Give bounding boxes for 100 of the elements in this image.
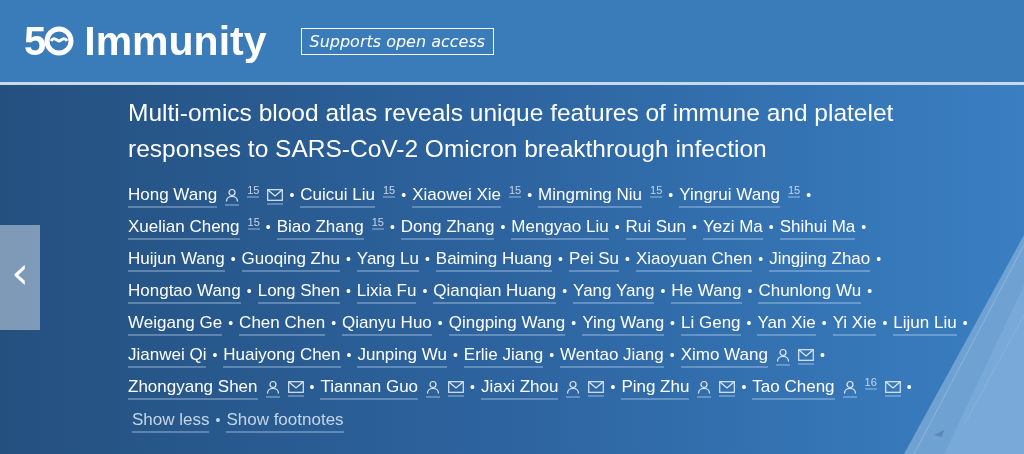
author-link[interactable]: Zhongyang Shen bbox=[128, 377, 258, 400]
author-link[interactable]: Huaiyong Chen bbox=[223, 345, 341, 368]
footnote-mark[interactable]: 15 bbox=[371, 216, 384, 230]
author-link[interactable]: Junping Wu bbox=[357, 345, 447, 368]
footnote-mark[interactable]: 15 bbox=[508, 184, 522, 198]
author-link[interactable]: Qianyu Huo bbox=[342, 313, 432, 336]
separator-dot: • bbox=[470, 379, 475, 395]
separator-dot: • bbox=[571, 315, 577, 331]
author-link[interactable]: Qianqian Huang bbox=[433, 281, 557, 304]
separator-dot: • bbox=[558, 251, 563, 267]
author-link[interactable]: Huijun Wang bbox=[128, 249, 225, 272]
author-link[interactable]: Chen Chen bbox=[239, 313, 326, 336]
author-link[interactable]: Cuicui Liu bbox=[300, 185, 375, 208]
author-link[interactable]: Yi Xie bbox=[832, 313, 877, 336]
footnote-mark[interactable]: 15 bbox=[788, 184, 801, 198]
separator-dot: • bbox=[882, 315, 888, 331]
author-link[interactable]: He Wang bbox=[671, 281, 742, 304]
person-icon[interactable] bbox=[842, 379, 857, 394]
separator-dot: • bbox=[549, 347, 555, 363]
author-link[interactable]: Wentao Jiang bbox=[560, 345, 664, 368]
footnote-mark[interactable]: 16 bbox=[864, 376, 877, 390]
separator-dot: • bbox=[614, 219, 620, 235]
separator-dot: • bbox=[741, 379, 747, 395]
separator-dot: • bbox=[768, 219, 774, 235]
separator-dot: • bbox=[289, 187, 295, 203]
mail-icon[interactable] bbox=[884, 380, 901, 393]
show-less-link[interactable]: Show less bbox=[132, 410, 210, 433]
separator-dot: • bbox=[562, 283, 568, 299]
author-link[interactable]: Jiaxi Zhou bbox=[481, 377, 559, 400]
separator-dot: • bbox=[500, 219, 506, 235]
separator-dot: • bbox=[668, 187, 674, 203]
person-icon[interactable] bbox=[775, 347, 790, 362]
person-icon[interactable] bbox=[426, 379, 441, 394]
author-link[interactable]: Baiming Huang bbox=[435, 249, 553, 272]
author-link[interactable]: Xiaowei Xie bbox=[412, 185, 501, 208]
author-link[interactable]: Ying Wang bbox=[582, 313, 665, 336]
mail-icon[interactable] bbox=[448, 380, 465, 393]
separator-dot: • bbox=[230, 251, 236, 267]
separator-dot: • bbox=[309, 379, 315, 395]
author-link[interactable]: Long Shen bbox=[257, 281, 340, 304]
show-footnotes-link[interactable]: Show footnotes bbox=[226, 410, 344, 433]
author-link[interactable]: Pei Su bbox=[568, 249, 620, 272]
mail-icon[interactable] bbox=[588, 380, 605, 393]
article-title: Multi-omics blood atlas reveals unique features of immune and platelet responses to SARS-CoV-2 Omicron breakthrough infection bbox=[128, 98, 895, 164]
mail-icon[interactable] bbox=[719, 380, 736, 393]
person-icon[interactable] bbox=[265, 379, 280, 394]
author-link[interactable]: Chunlong Wu bbox=[758, 281, 862, 304]
separator-dot: • bbox=[228, 315, 234, 331]
mail-icon[interactable] bbox=[797, 348, 814, 361]
separator-dot: • bbox=[746, 315, 752, 331]
author-link[interactable]: Qingping Wang bbox=[448, 313, 566, 336]
author-link[interactable]: Jingjing Zhao bbox=[769, 249, 871, 272]
footnote-mark[interactable]: 15 bbox=[247, 216, 260, 230]
author-link[interactable]: Li Geng bbox=[681, 313, 741, 336]
person-icon[interactable] bbox=[225, 187, 240, 202]
author-link[interactable]: Lijun Liu bbox=[893, 313, 957, 336]
footnote-mark[interactable]: 15 bbox=[247, 184, 260, 198]
separator-dot: • bbox=[345, 283, 351, 299]
author-link[interactable]: Jianwei Qi bbox=[128, 345, 207, 368]
author-link[interactable]: Yan Xie bbox=[757, 313, 816, 336]
separator-dot: • bbox=[215, 412, 221, 428]
open-access-badge: Supports open access bbox=[300, 27, 495, 55]
footnote-mark[interactable]: 15 bbox=[650, 184, 663, 198]
author-link[interactable]: Shihui Ma bbox=[779, 217, 856, 240]
separator-dot: • bbox=[265, 219, 271, 235]
author-link[interactable]: Weigang Ge bbox=[128, 313, 223, 336]
previous-button[interactable]: ‹ bbox=[0, 225, 40, 330]
author-link[interactable]: Yang Lu bbox=[356, 249, 419, 272]
author-link[interactable]: Dong Zhang bbox=[400, 217, 495, 240]
separator-dot: • bbox=[876, 251, 882, 267]
separator-dot: • bbox=[821, 315, 827, 331]
mail-icon[interactable] bbox=[267, 188, 284, 201]
author-link[interactable]: Yezi Ma bbox=[702, 217, 763, 240]
author-link[interactable]: Guoqing Zhu bbox=[241, 249, 340, 272]
person-icon[interactable] bbox=[566, 379, 581, 394]
author-link[interactable]: Rui Sun bbox=[625, 217, 686, 240]
logo-number: 5 bbox=[24, 18, 45, 64]
logo-icon bbox=[44, 26, 75, 56]
author-link[interactable]: Yingrui Wang bbox=[679, 185, 780, 208]
separator-dot: • bbox=[660, 283, 666, 299]
author-link[interactable]: Lixia Fu bbox=[356, 281, 417, 304]
author-link[interactable]: Biao Zhang bbox=[276, 217, 364, 240]
author-link[interactable]: Tao Cheng bbox=[752, 377, 835, 400]
author-link[interactable]: Yang Yang bbox=[573, 281, 655, 304]
author-link[interactable]: Ximo Wang bbox=[680, 345, 768, 368]
author-link[interactable]: Mingming Niu bbox=[538, 185, 643, 208]
author-link[interactable]: Tiannan Guo bbox=[320, 377, 419, 400]
mail-icon[interactable] bbox=[287, 380, 304, 393]
author-link[interactable]: Xiaoyuan Chen bbox=[635, 249, 753, 272]
separator-dot: • bbox=[692, 219, 697, 235]
author-link[interactable]: Erlie Jiang bbox=[463, 345, 544, 368]
separator-dot: • bbox=[331, 315, 337, 331]
separator-dot: • bbox=[345, 251, 351, 267]
author-link[interactable]: Hong Wang bbox=[128, 185, 218, 208]
author-link[interactable]: Xuelian Cheng bbox=[128, 217, 240, 240]
person-icon[interactable] bbox=[697, 379, 712, 394]
footnote-mark[interactable]: 15 bbox=[382, 184, 396, 198]
author-link[interactable]: Ping Zhu bbox=[621, 377, 690, 400]
author-link[interactable]: Mengyao Liu bbox=[511, 217, 609, 240]
author-link[interactable]: Hongtao Wang bbox=[128, 281, 241, 304]
